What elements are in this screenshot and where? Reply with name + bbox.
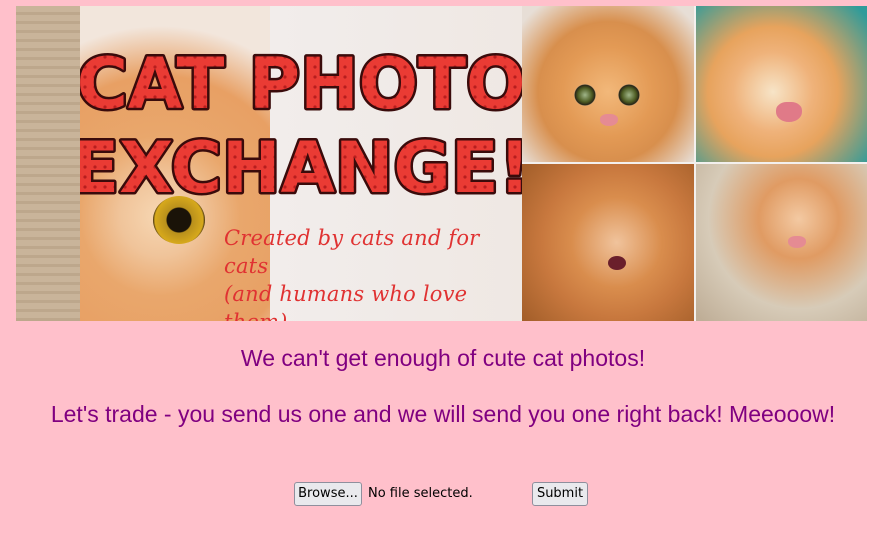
submit-button[interactable]: Submit [532,482,588,506]
kitten-nose-2 [788,236,806,248]
banner-title: CAT PHOTO EXCHANGE! [80,42,522,202]
kitten-nose [600,114,618,126]
cat-eye [153,196,205,244]
tagline-line2: (and humans who love them) [224,282,468,321]
browse-button[interactable]: Browse... [294,482,362,506]
kitten-photo-2 [696,6,867,162]
kitten-mouth [608,256,626,270]
kitten-tongue [776,102,802,122]
kitten-photo-4 [696,164,867,321]
banner-title-line2: EXCHANGE! [80,127,522,202]
banner-title-line1: CAT PHOTO [80,43,522,125]
kitten-photo-3 [522,164,694,321]
kitten-eye-right [618,84,640,106]
cardboard-edge [16,6,82,321]
intro-message: We can't get enough of cute cat photos! [240,345,646,371]
kitten-eye-left [574,84,596,106]
banner-title-panel: CAT PHOTO EXCHANGE! Created by cats and … [16,6,522,321]
banner-tagline: Created by cats and for cats (and humans… [224,224,522,321]
upload-form: Browse... No file selected. Submit [294,482,594,506]
trade-message: Let's trade - you send us one and we wil… [50,401,836,427]
tagline-line1: Created by cats and for cats [224,226,480,278]
cat-photo-banner: CAT PHOTO EXCHANGE! Created by cats and … [16,6,867,321]
kitten-photo-1 [522,6,694,162]
file-status-text: No file selected. [368,486,473,501]
